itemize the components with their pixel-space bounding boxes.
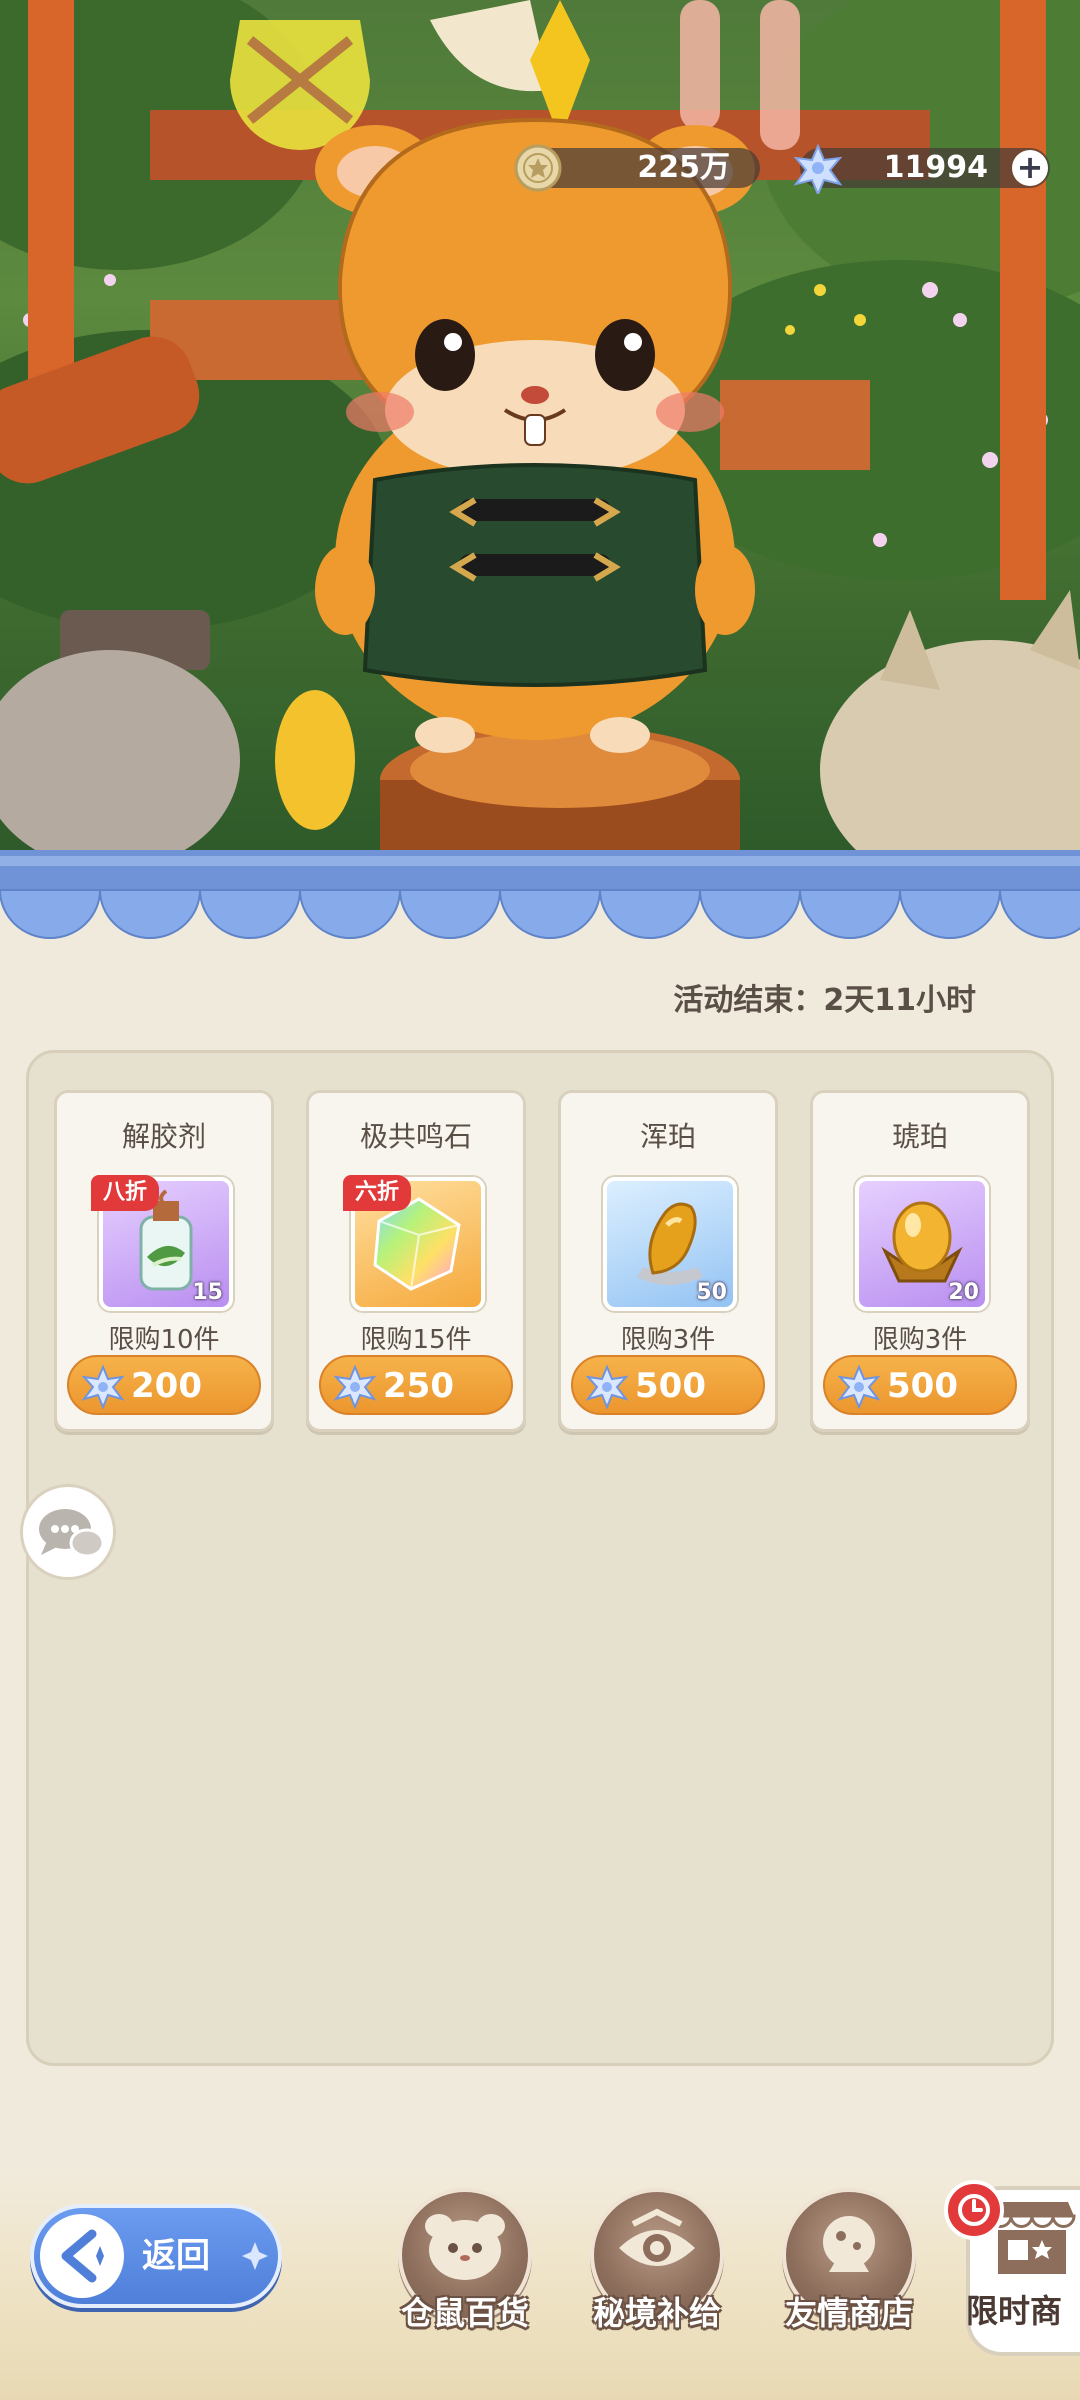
purchase-limit: 限购3件 [872,1325,968,1355]
buy-button[interactable]: 200 [67,1355,261,1415]
discount-badge: 六折 [343,1175,412,1211]
back-button[interactable]: 返回 [30,2204,282,2308]
price-value: 200 [131,1366,202,1406]
event-end-timer: 活动结束：2天11小时 [673,983,976,1018]
star-crystal-icon [333,1365,377,1409]
buy-button[interactable]: 250 [319,1355,513,1415]
item-name: 解胶剂 [121,1120,206,1153]
item-name: 琥珀 [891,1120,948,1153]
crystal-ball-icon [823,2216,875,2272]
tab-label: 仓鼠百货 [400,2294,529,2332]
item-icon-frame: 50 [603,1177,737,1311]
star-crystal-icon [585,1365,629,1409]
tab-hamster-store[interactable]: 仓鼠百货 [380,2188,550,2358]
buy-button[interactable]: 500 [823,1355,1017,1415]
tab-label: 秘境补给 [592,2294,721,2332]
item-quantity: 20 [948,1280,979,1305]
price-value: 500 [635,1366,706,1406]
hamster-shopkeeper-illustration [0,0,1080,860]
discount-badge: 八折 [91,1175,160,1211]
star-crystal-icon [837,1365,881,1409]
star-crystal-balance: 11994 + [793,143,1050,194]
eye-emblem-icon [619,2208,695,2266]
tab-label: 限时商 [966,2292,1063,2330]
buy-button[interactable]: 500 [571,1355,765,1415]
tab-friendship-shop[interactable]: 友情商店 [764,2188,934,2358]
item-quantity: 50 [696,1280,727,1305]
shopkeeper-scene [0,0,1080,860]
shop-item-card[interactable]: 琥珀 20 限购3件 500 [810,1090,1030,1432]
purchase-limit: 限购15件 [360,1325,472,1355]
item-name: 极共鸣石 [359,1120,472,1153]
chat-button[interactable] [20,1484,116,1580]
shop-item-card[interactable]: 解胶剂 15 八折 限购10件 200 [54,1090,274,1432]
coin-value: 225万 [637,150,730,185]
item-quantity: 15 [192,1280,223,1305]
purchase-limit: 限购10件 [108,1325,220,1355]
tab-secret-realm-supply[interactable]: 秘境补给 [572,2188,742,2358]
price-value: 250 [383,1366,454,1406]
shop-item-card[interactable]: 极共鸣石 六折 限购15件 250 [306,1090,526,1432]
timer-badge [944,2180,1004,2240]
item-icon-frame: 20 [855,1177,989,1311]
price-value: 500 [887,1366,958,1406]
hamster-face-icon [425,2214,505,2280]
add-star-crystal-button[interactable]: + [1012,150,1048,186]
star-crystal-value: 11994 [883,150,988,185]
item-name: 浑珀 [639,1120,696,1153]
star-crystal-icon [81,1365,125,1409]
tab-label: 友情商店 [784,2294,913,2332]
purchase-limit: 限购3件 [620,1325,716,1355]
back-arrow-icon [61,2229,104,2283]
shop-item-card[interactable]: 浑珀 50 限购3件 500 [558,1090,778,1432]
back-label: 返回 [142,2236,210,2276]
sparkle-icon [242,2242,268,2270]
chat-bubbles-icon [39,1509,105,1558]
shop-awning [0,850,1080,939]
clock-icon [958,2194,990,2226]
coin-balance: 225万 [514,144,760,192]
